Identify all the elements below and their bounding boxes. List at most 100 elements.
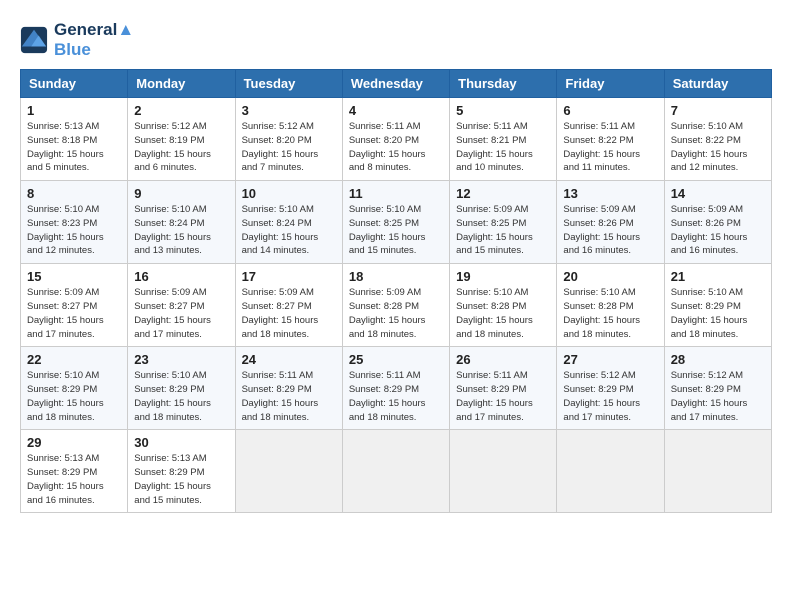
day-number: 7 — [671, 103, 765, 118]
calendar-week-row: 8 Sunrise: 5:10 AMSunset: 8:23 PMDaylight… — [21, 181, 772, 264]
day-number: 22 — [27, 352, 121, 367]
day-number: 26 — [456, 352, 550, 367]
calendar-day-cell: 5 Sunrise: 5:11 AMSunset: 8:21 PMDaylight… — [450, 98, 557, 181]
day-info: Sunrise: 5:10 AMSunset: 8:29 PMDaylight:… — [671, 286, 765, 341]
calendar-day-cell: 14Sunrise: 5:09 AMSunset: 8:26 PMDayligh… — [664, 181, 771, 264]
calendar-day-cell: 3Sunrise: 5:12 AMSunset: 8:20 PMDaylight… — [235, 98, 342, 181]
calendar-week-row: 1 Sunrise: 5:13 AMSunset: 8:18 PMDaylight… — [21, 98, 772, 181]
calendar-day-cell — [664, 430, 771, 513]
calendar-header-row: Sunday Monday Tuesday Wednesday Thursday… — [21, 70, 772, 98]
day-info: Sunrise: 5:11 AMSunset: 8:20 PMDaylight:… — [349, 120, 443, 175]
day-info: Sunrise: 5:10 AMSunset: 8:24 PMDaylight:… — [242, 203, 336, 258]
calendar-day-cell: 21 Sunrise: 5:10 AMSunset: 8:29 PMDayligh… — [664, 264, 771, 347]
day-number: 6 — [563, 103, 657, 118]
col-sunday: Sunday — [21, 70, 128, 98]
col-saturday: Saturday — [664, 70, 771, 98]
page-header: General▲ Blue — [20, 20, 772, 59]
calendar-day-cell: 9Sunrise: 5:10 AMSunset: 8:24 PMDaylight… — [128, 181, 235, 264]
day-number: 4 — [349, 103, 443, 118]
day-info: Sunrise: 5:10 AMSunset: 8:28 PMDaylight:… — [563, 286, 657, 341]
day-info: Sunrise: 5:10 AMSunset: 8:23 PMDaylight:… — [27, 203, 121, 258]
calendar-day-cell: 22 Sunrise: 5:10 AMSunset: 8:29 PMDayligh… — [21, 347, 128, 430]
logo-text: General▲ Blue — [54, 20, 134, 59]
calendar-week-row: 22 Sunrise: 5:10 AMSunset: 8:29 PMDayligh… — [21, 347, 772, 430]
calendar-day-cell — [342, 430, 449, 513]
day-info: Sunrise: 5:11 AMSunset: 8:29 PMDaylight:… — [242, 369, 336, 424]
day-info: Sunrise: 5:10 AMSunset: 8:25 PMDaylight:… — [349, 203, 443, 258]
calendar-day-cell: 23 Sunrise: 5:10 AMSunset: 8:29 PMDayligh… — [128, 347, 235, 430]
day-info: Sunrise: 5:11 AMSunset: 8:21 PMDaylight:… — [456, 120, 550, 175]
day-number: 24 — [242, 352, 336, 367]
calendar-day-cell — [557, 430, 664, 513]
day-info: Sunrise: 5:11 AMSunset: 8:29 PMDaylight:… — [456, 369, 550, 424]
calendar-day-cell: 4 Sunrise: 5:11 AMSunset: 8:20 PMDaylight… — [342, 98, 449, 181]
day-number: 29 — [27, 435, 121, 450]
day-info: Sunrise: 5:10 AMSunset: 8:24 PMDaylight:… — [134, 203, 228, 258]
calendar-week-row: 29 Sunrise: 5:13 AMSunset: 8:29 PMDayligh… — [21, 430, 772, 513]
day-info: Sunrise: 5:09 AMSunset: 8:26 PMDaylight:… — [671, 203, 765, 258]
col-tuesday: Tuesday — [235, 70, 342, 98]
day-info: Sunrise: 5:10 AMSunset: 8:22 PMDaylight:… — [671, 120, 765, 175]
calendar-day-cell: 11Sunrise: 5:10 AMSunset: 8:25 PMDayligh… — [342, 181, 449, 264]
day-info: Sunrise: 5:10 AMSunset: 8:28 PMDaylight:… — [456, 286, 550, 341]
calendar-day-cell: 18 Sunrise: 5:09 AMSunset: 8:28 PMDayligh… — [342, 264, 449, 347]
calendar-day-cell: 6 Sunrise: 5:11 AMSunset: 8:22 PMDaylight… — [557, 98, 664, 181]
calendar-day-cell: 1 Sunrise: 5:13 AMSunset: 8:18 PMDaylight… — [21, 98, 128, 181]
day-number: 8 — [27, 186, 121, 201]
calendar-day-cell: 17Sunrise: 5:09 AMSunset: 8:27 PMDayligh… — [235, 264, 342, 347]
day-number: 2 — [134, 103, 228, 118]
calendar-table: Sunday Monday Tuesday Wednesday Thursday… — [20, 69, 772, 513]
day-info: Sunrise: 5:13 AMSunset: 8:29 PMDaylight:… — [134, 452, 228, 507]
day-number: 27 — [563, 352, 657, 367]
col-monday: Monday — [128, 70, 235, 98]
logo: General▲ Blue — [20, 20, 134, 59]
calendar-day-cell: 29 Sunrise: 5:13 AMSunset: 8:29 PMDayligh… — [21, 430, 128, 513]
day-number: 5 — [456, 103, 550, 118]
col-wednesday: Wednesday — [342, 70, 449, 98]
day-number: 25 — [349, 352, 443, 367]
day-info: Sunrise: 5:13 AMSunset: 8:18 PMDaylight:… — [27, 120, 121, 175]
day-info: Sunrise: 5:09 AMSunset: 8:28 PMDaylight:… — [349, 286, 443, 341]
day-number: 15 — [27, 269, 121, 284]
day-info: Sunrise: 5:12 AMSunset: 8:29 PMDaylight:… — [563, 369, 657, 424]
calendar-week-row: 15 Sunrise: 5:09 AMSunset: 8:27 PMDayligh… — [21, 264, 772, 347]
calendar-day-cell: 28 Sunrise: 5:12 AMSunset: 8:29 PMDayligh… — [664, 347, 771, 430]
calendar-day-cell: 27 Sunrise: 5:12 AMSunset: 8:29 PMDayligh… — [557, 347, 664, 430]
calendar-day-cell: 20Sunrise: 5:10 AMSunset: 8:28 PMDayligh… — [557, 264, 664, 347]
day-info: Sunrise: 5:09 AMSunset: 8:26 PMDaylight:… — [563, 203, 657, 258]
calendar-day-cell — [235, 430, 342, 513]
day-info: Sunrise: 5:11 AMSunset: 8:22 PMDaylight:… — [563, 120, 657, 175]
day-info: Sunrise: 5:09 AMSunset: 8:25 PMDaylight:… — [456, 203, 550, 258]
calendar-day-cell: 26 Sunrise: 5:11 AMSunset: 8:29 PMDayligh… — [450, 347, 557, 430]
calendar-day-cell: 2 Sunrise: 5:12 AMSunset: 8:19 PMDaylight… — [128, 98, 235, 181]
day-info: Sunrise: 5:09 AMSunset: 8:27 PMDaylight:… — [27, 286, 121, 341]
day-number: 10 — [242, 186, 336, 201]
day-number: 16 — [134, 269, 228, 284]
calendar-day-cell: 8 Sunrise: 5:10 AMSunset: 8:23 PMDaylight… — [21, 181, 128, 264]
day-info: Sunrise: 5:12 AMSunset: 8:29 PMDaylight:… — [671, 369, 765, 424]
day-number: 28 — [671, 352, 765, 367]
calendar-day-cell: 15 Sunrise: 5:09 AMSunset: 8:27 PMDayligh… — [21, 264, 128, 347]
day-number: 21 — [671, 269, 765, 284]
day-number: 23 — [134, 352, 228, 367]
calendar-day-cell: 16 Sunrise: 5:09 AMSunset: 8:27 PMDayligh… — [128, 264, 235, 347]
col-friday: Friday — [557, 70, 664, 98]
day-number: 30 — [134, 435, 228, 450]
day-info: Sunrise: 5:10 AMSunset: 8:29 PMDaylight:… — [134, 369, 228, 424]
calendar-day-cell — [450, 430, 557, 513]
calendar-day-cell: 7 Sunrise: 5:10 AMSunset: 8:22 PMDaylight… — [664, 98, 771, 181]
day-number: 19 — [456, 269, 550, 284]
calendar-day-cell: 25Sunrise: 5:11 AMSunset: 8:29 PMDayligh… — [342, 347, 449, 430]
day-number: 3 — [242, 103, 336, 118]
day-info: Sunrise: 5:10 AMSunset: 8:29 PMDaylight:… — [27, 369, 121, 424]
calendar-day-cell: 12 Sunrise: 5:09 AMSunset: 8:25 PMDayligh… — [450, 181, 557, 264]
day-number: 18 — [349, 269, 443, 284]
day-info: Sunrise: 5:13 AMSunset: 8:29 PMDaylight:… — [27, 452, 121, 507]
day-info: Sunrise: 5:09 AMSunset: 8:27 PMDaylight:… — [134, 286, 228, 341]
calendar-day-cell: 19 Sunrise: 5:10 AMSunset: 8:28 PMDayligh… — [450, 264, 557, 347]
logo-icon — [20, 26, 48, 54]
day-info: Sunrise: 5:12 AMSunset: 8:19 PMDaylight:… — [134, 120, 228, 175]
day-number: 1 — [27, 103, 121, 118]
day-number: 12 — [456, 186, 550, 201]
day-number: 13 — [563, 186, 657, 201]
